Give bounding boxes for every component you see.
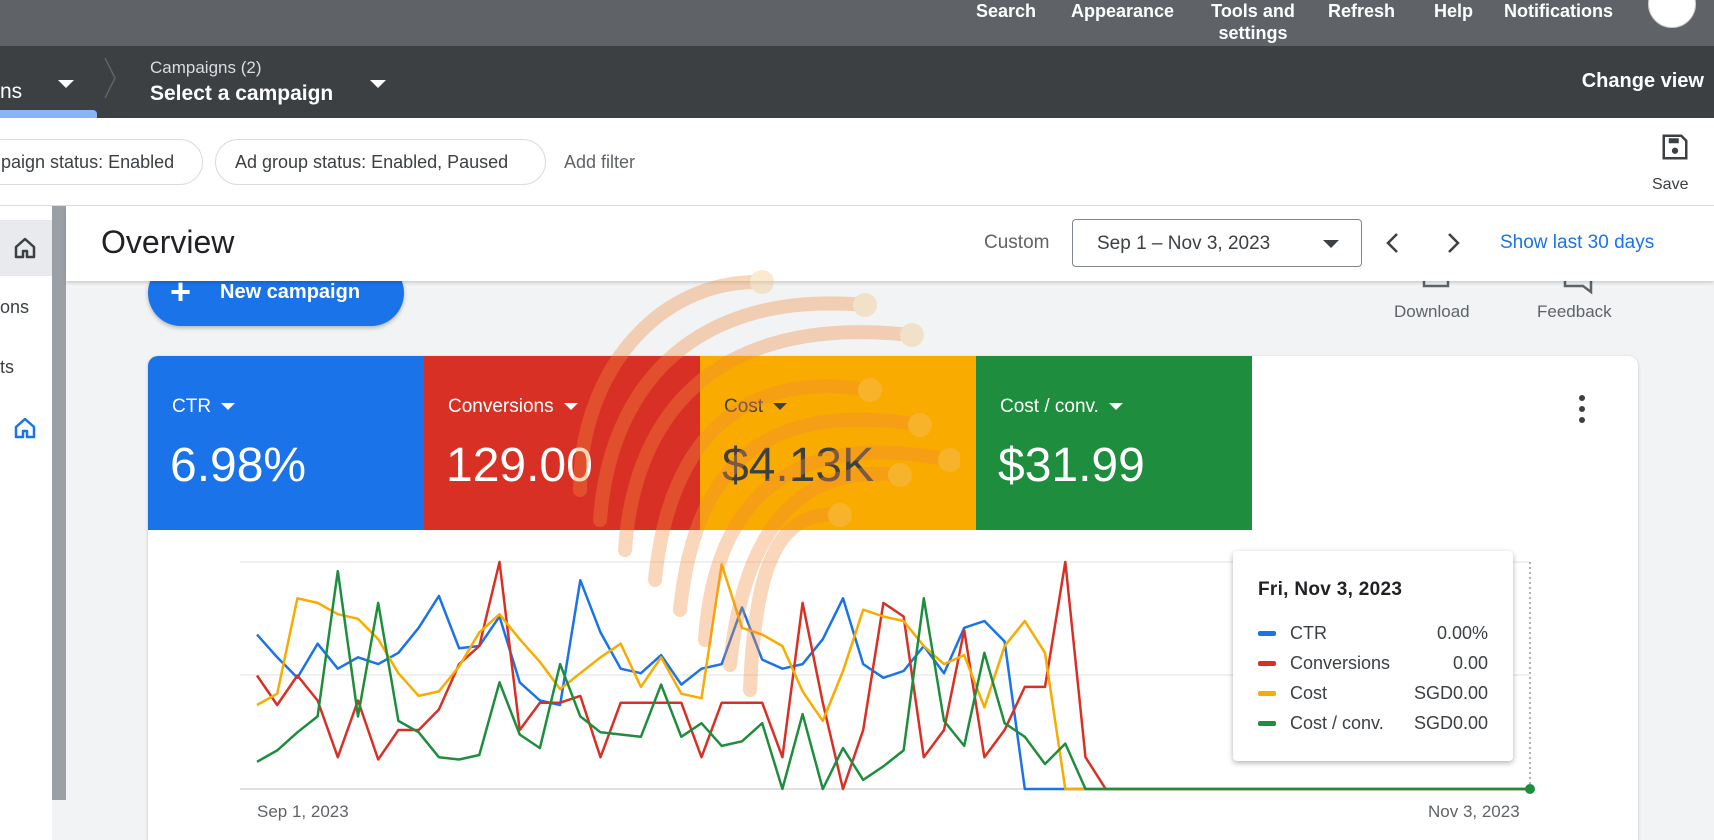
tooltip-metric-name: Conversions xyxy=(1290,653,1391,673)
tooltip-date: Fri, Nov 3, 2023 xyxy=(1258,579,1403,600)
legend-swatch-ctr xyxy=(1258,631,1276,636)
date-range-picker[interactable]: Sep 1 – Nov 3, 2023 xyxy=(1072,219,1362,267)
tooltip-metric-name: Cost / conv. xyxy=(1290,713,1384,733)
tooltip-metric-name: CTR xyxy=(1290,623,1327,643)
tooltip-row: CTR 0.00% xyxy=(1258,622,1488,646)
tooltip-row: Conversions 0.00 xyxy=(1258,652,1488,676)
legend-swatch-conversions xyxy=(1258,661,1276,666)
chevron-right-icon[interactable] xyxy=(1438,228,1468,258)
tooltip-metric-value: SGD0.00 xyxy=(1413,713,1488,733)
chart-tooltip: Fri, Nov 3, 2023 CTR 0.00% Conversions 0… xyxy=(1233,551,1513,761)
date-range-type-label: Custom xyxy=(984,232,1050,253)
x-axis-start-label: Sep 1, 2023 xyxy=(257,802,349,821)
page-title: Overview xyxy=(101,224,235,260)
tooltip-row: Cost SGD0.00 xyxy=(1258,682,1488,706)
hover-point xyxy=(1525,784,1535,794)
tooltip-row: Cost / conv. SGD0.00 xyxy=(1258,712,1488,736)
date-range-value: Sep 1 – Nov 3, 2023 xyxy=(1097,233,1271,254)
show-last-30-days-link[interactable]: Show last 30 days xyxy=(1500,232,1654,254)
legend-swatch-cost-per-conv xyxy=(1258,721,1276,726)
chevron-left-icon[interactable] xyxy=(1378,228,1408,258)
tooltip-metric-value: 0.00% xyxy=(1436,623,1488,643)
tooltip-metric-value: SGD0.00 xyxy=(1413,683,1488,703)
tooltip-metric-value: 0.00 xyxy=(1452,653,1488,673)
legend-swatch-cost xyxy=(1258,691,1276,696)
new-campaign-label: New campaign xyxy=(220,281,361,303)
chevron-down-icon xyxy=(1323,240,1339,248)
x-axis-end-label: Nov 3, 2023 xyxy=(1428,802,1520,821)
tooltip-metric-name: Cost xyxy=(1290,683,1328,703)
